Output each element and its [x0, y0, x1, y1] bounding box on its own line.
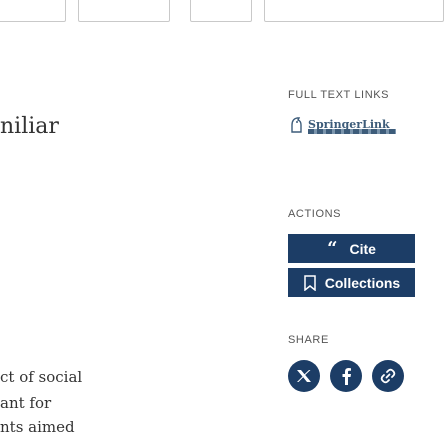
share-buttons [288, 360, 404, 392]
article-text-line: nts aimed [0, 418, 75, 436]
top-tab-3[interactable] [190, 0, 252, 22]
facebook-share-button[interactable] [330, 360, 362, 392]
top-tab-4[interactable] [264, 0, 444, 22]
article-text-line: ct of social [0, 368, 83, 386]
actions-heading: ACTIONS [288, 208, 342, 220]
top-tab-1[interactable] [0, 0, 66, 22]
cite-button-label: Cite [349, 240, 376, 257]
top-tab-2[interactable] [78, 0, 170, 22]
bookmark-icon [304, 274, 316, 291]
collections-button[interactable]: Collections [288, 268, 415, 297]
cite-button[interactable]: “ Cite [288, 234, 415, 263]
twitter-share-button[interactable] [288, 360, 320, 392]
facebook-icon [342, 368, 351, 385]
share-heading: SHARE [288, 334, 329, 346]
permalink-icon [380, 368, 396, 384]
quote-icon: “ [327, 238, 338, 259]
article-text-line: ant for [0, 394, 52, 412]
article-title-fragment: niliar [0, 114, 59, 139]
springer-horse-icon [291, 117, 302, 133]
springer-logo-stripe [308, 129, 396, 134]
collections-button-label: Collections [324, 274, 401, 291]
full-text-links-heading: FULL TEXT LINKS [288, 89, 390, 101]
twitter-icon [297, 370, 311, 382]
springer-link[interactable]: SpringerLink [288, 112, 408, 138]
permalink-share-button[interactable] [372, 360, 404, 392]
